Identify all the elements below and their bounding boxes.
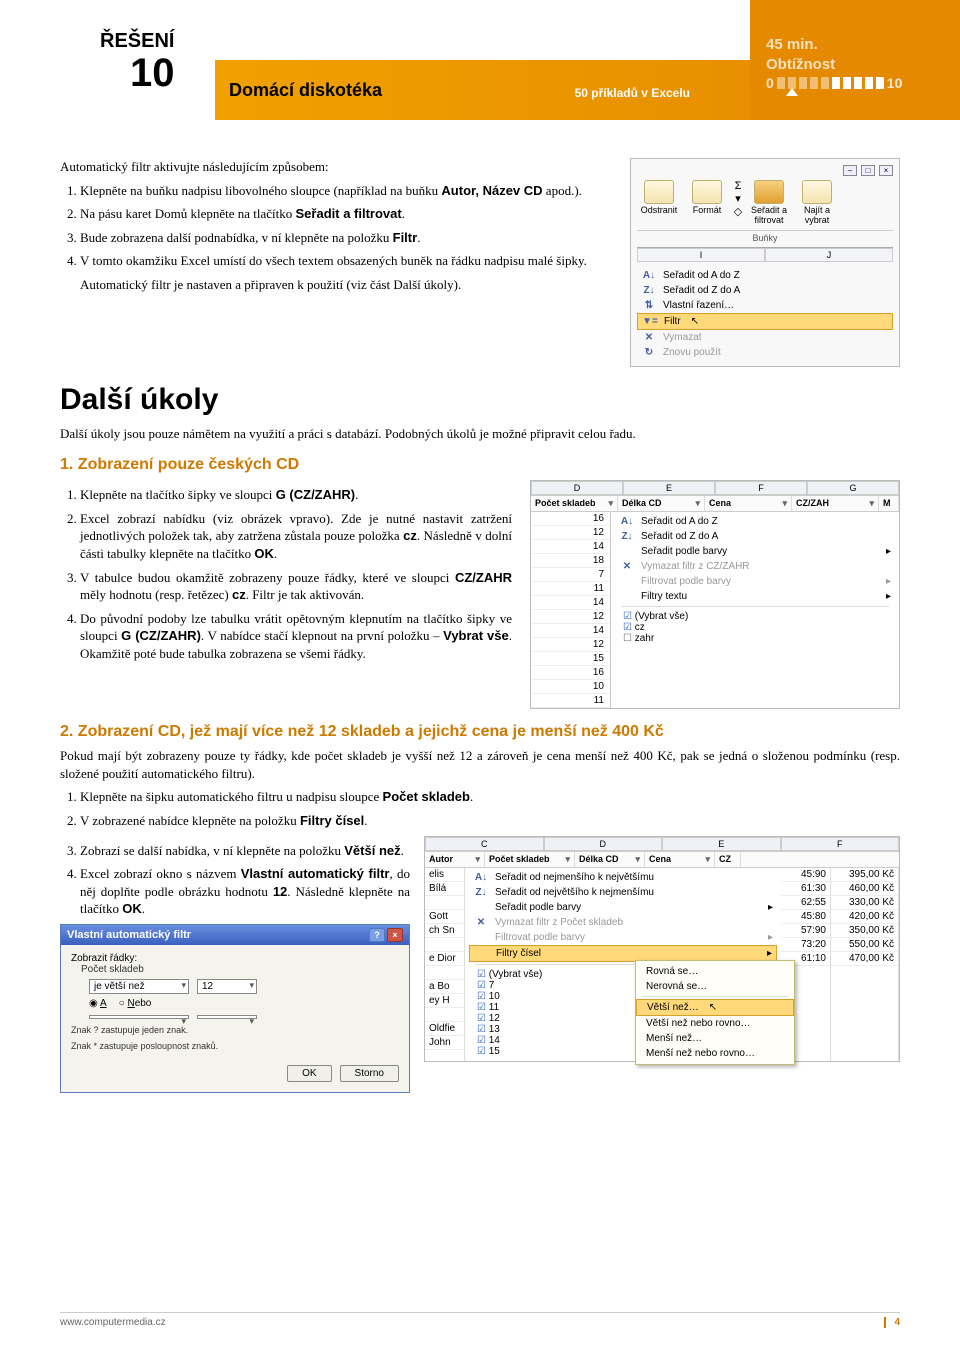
sort-az-icon: A↓	[641, 270, 657, 281]
footer-url: www.computermedia.cz	[60, 1317, 166, 1328]
screenshot-custom-autofilter-dialog: Vlastní automatický filtr ?× Zobrazit řá…	[60, 924, 410, 1093]
operator-select: je větší než	[89, 979, 189, 994]
window-restore-icon: □	[861, 165, 875, 176]
heading-task2: 2. Zobrazení CD, jež mají více než 12 sk…	[60, 723, 900, 741]
heading-task1: 1. Zobrazení pouze českých CD	[60, 456, 900, 474]
intro-text: Automatický filtr aktivujte následujícím…	[60, 158, 612, 176]
page-footer: www.computermedia.cz 4	[60, 1312, 900, 1328]
window-close-icon: ×	[879, 165, 893, 176]
number-filter-submenu: Rovná se… Nerovná se… Větší než…↖ Větší …	[635, 960, 795, 1065]
time-estimate: 45 min.	[766, 36, 944, 53]
steps-task2-cont: Zobrazí se další nabídka, v ní klepněte …	[60, 842, 410, 918]
difficulty-scale: 0 10	[766, 75, 944, 91]
delete-icon	[644, 180, 674, 204]
value2-select	[197, 1015, 257, 1019]
operator2-select	[89, 1015, 189, 1019]
dialog-title: Vlastní automatický filtr	[67, 929, 191, 941]
ok-button: OK	[287, 1065, 331, 1082]
find-select-icon	[802, 180, 832, 204]
book-title: 50 příkladů v Excelu	[575, 30, 690, 120]
cursor-icon: ↖	[691, 316, 699, 327]
reapply-icon: ↻	[641, 347, 657, 358]
heading-dalsi-ukoly: Další úkoly	[60, 383, 900, 417]
exercise-number: 10	[100, 53, 174, 93]
difficulty-label: Obtížnost	[766, 56, 944, 73]
page-header: ŘEŠENÍ 10 Domácí diskotéka 50 příkladů v…	[60, 30, 900, 130]
help-icon: ?	[369, 928, 385, 942]
screenshot-filter-czzahr: DEFG Počet skladeb▾ Délka CD▾ Cena▾ CZ/Z…	[530, 480, 900, 709]
sort-za-icon: Z↓	[641, 285, 657, 296]
steps-task2: Klepněte na šipku automatického filtru u…	[60, 788, 900, 829]
sort-filter-icon	[754, 180, 784, 204]
custom-sort-icon: ⇅	[641, 300, 657, 311]
value-select: 12	[197, 979, 257, 994]
page-number: 4	[884, 1317, 900, 1328]
screenshot-ribbon-filter: – □ × Odstranit Formát Σ▾◇ Seřadit a fil…	[630, 158, 900, 367]
cursor-icon: ↖	[709, 1002, 717, 1013]
window-minimize-icon: –	[843, 165, 857, 176]
steps-task1: Klepněte na tlačítko šipky ve sloupci G …	[60, 486, 512, 662]
cancel-button: Storno	[340, 1065, 399, 1082]
radio-or: ○ Nebo	[119, 998, 152, 1009]
reseni-label: ŘEŠENÍ	[100, 30, 174, 53]
screenshot-number-filters: CDEF Autor▾ Počet skladeb▾ Délka CD▾ Cen…	[424, 836, 900, 1062]
filter-icon: ▼=	[642, 316, 658, 327]
radio-and: ◉ A	[89, 998, 107, 1009]
exercise-title: Domácí diskotéka	[229, 80, 382, 101]
intro-dalsi-ukoly: Další úkoly jsou pouze námětem na využit…	[60, 425, 900, 443]
format-icon	[692, 180, 722, 204]
intro-task2: Pokud mají být zobrazeny pouze ty řádky,…	[60, 747, 900, 782]
steps-autofilter: Klepněte na buňku nadpisu libovolného sl…	[60, 182, 612, 294]
close-icon: ×	[387, 928, 403, 942]
clear-icon: ✕	[641, 332, 657, 343]
